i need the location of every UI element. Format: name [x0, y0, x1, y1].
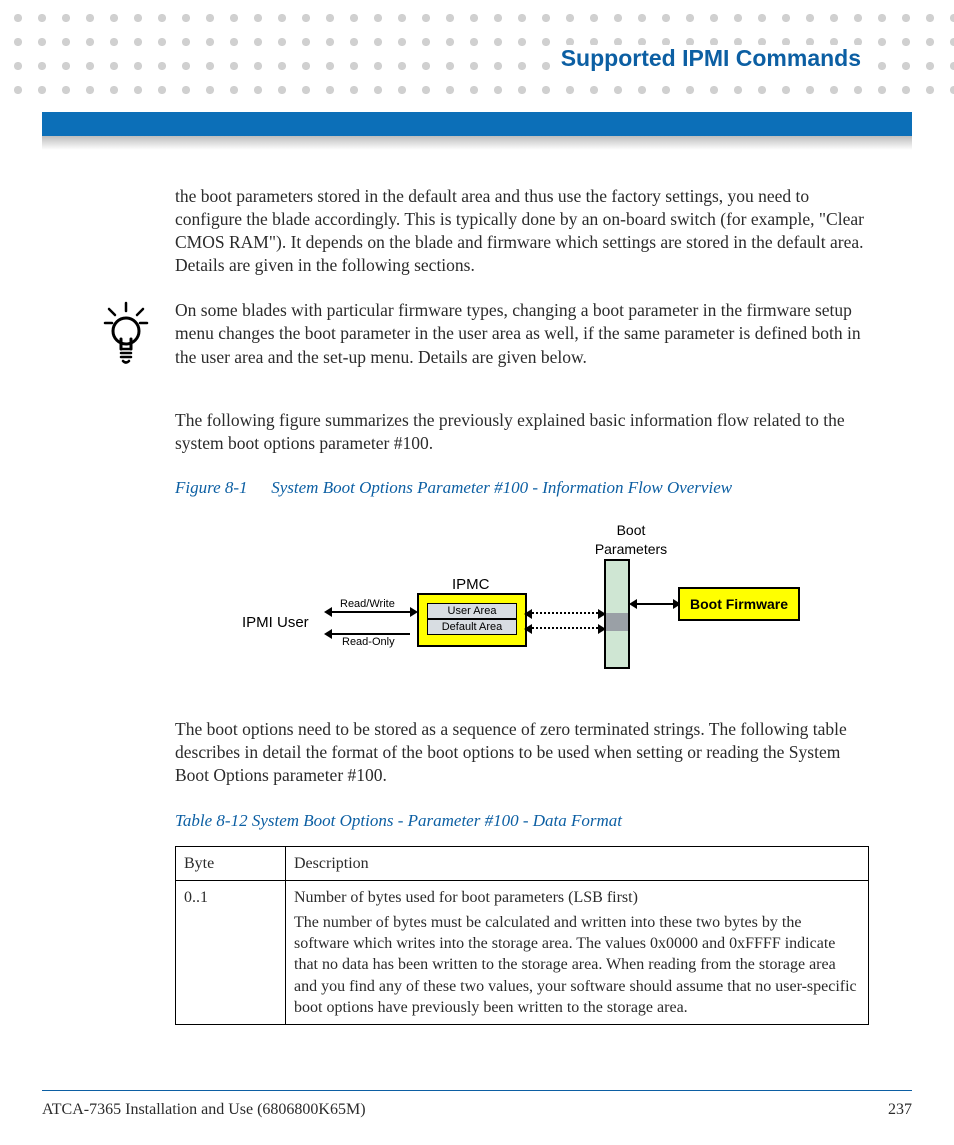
- diagram-boot-params-slot: [604, 613, 630, 631]
- page-header-title: Supported IPMI Commands: [553, 45, 869, 72]
- header-blue-bar: [42, 112, 912, 136]
- diagram-read-write-label: Read/Write: [340, 597, 395, 612]
- paragraph-1: the boot parameters stored in the defaul…: [175, 185, 869, 277]
- diagram-default-area-box: Default Area: [427, 619, 517, 635]
- diagram-arrow-ro: [332, 633, 410, 635]
- table-row: 0..1 Number of bytes used for boot param…: [176, 881, 869, 1025]
- diagram-dashed-arrow-1: [532, 612, 598, 614]
- diagram-arrow-bf: [637, 603, 673, 605]
- data-format-table: Byte Description 0..1 Number of bytes us…: [175, 846, 869, 1025]
- table-desc-line2: The number of bytes must be calculated a…: [294, 912, 860, 1018]
- table-header-description: Description: [286, 847, 869, 881]
- table-cell-description: Number of bytes used for boot parameters…: [286, 881, 869, 1025]
- paragraph-3: The boot options need to be stored as a …: [175, 718, 869, 787]
- table-header-row: Byte Description: [176, 847, 869, 881]
- figure-diagram: IPMI User Read/Write Read-Only IPMC User…: [242, 513, 802, 688]
- table-caption: Table 8-12 System Boot Options - Paramet…: [175, 810, 869, 832]
- header-shadow: [42, 136, 912, 150]
- lightbulb-icon: [101, 301, 151, 367]
- diagram-read-only-label: Read-Only: [342, 635, 395, 650]
- paragraph-2: The following figure summarizes the prev…: [175, 409, 869, 455]
- figure-title: System Boot Options Parameter #100 - Inf…: [271, 478, 732, 497]
- table-cell-byte: 0..1: [176, 881, 286, 1025]
- table-header-byte: Byte: [176, 847, 286, 881]
- note-block: On some blades with particular firmware …: [175, 299, 869, 368]
- diagram-arrow-rw: [332, 611, 410, 613]
- diagram-boot-firmware-box: Boot Firmware: [678, 587, 800, 621]
- footer-page-number: 237: [888, 1101, 912, 1119]
- diagram-boot-parameters-label: Boot Parameters: [576, 521, 686, 558]
- figure-label: Figure 8-1: [175, 477, 267, 499]
- footer-doc-title: ATCA-7365 Installation and Use (6806800K…: [42, 1101, 366, 1119]
- note-text: On some blades with particular firmware …: [175, 299, 869, 368]
- page-content: the boot parameters stored in the defaul…: [175, 185, 869, 1025]
- figure-caption: Figure 8-1 System Boot Options Parameter…: [175, 477, 869, 499]
- diagram-dashed-arrow-2: [532, 627, 598, 629]
- diagram-user-area-box: User Area: [427, 603, 517, 619]
- diagram-ipmi-user-label: IPMI User: [242, 613, 309, 633]
- page-footer: ATCA-7365 Installation and Use (6806800K…: [42, 1090, 912, 1119]
- diagram-ipmc-label: IPMC: [452, 575, 490, 595]
- table-desc-line1: Number of bytes used for boot parameters…: [294, 887, 860, 908]
